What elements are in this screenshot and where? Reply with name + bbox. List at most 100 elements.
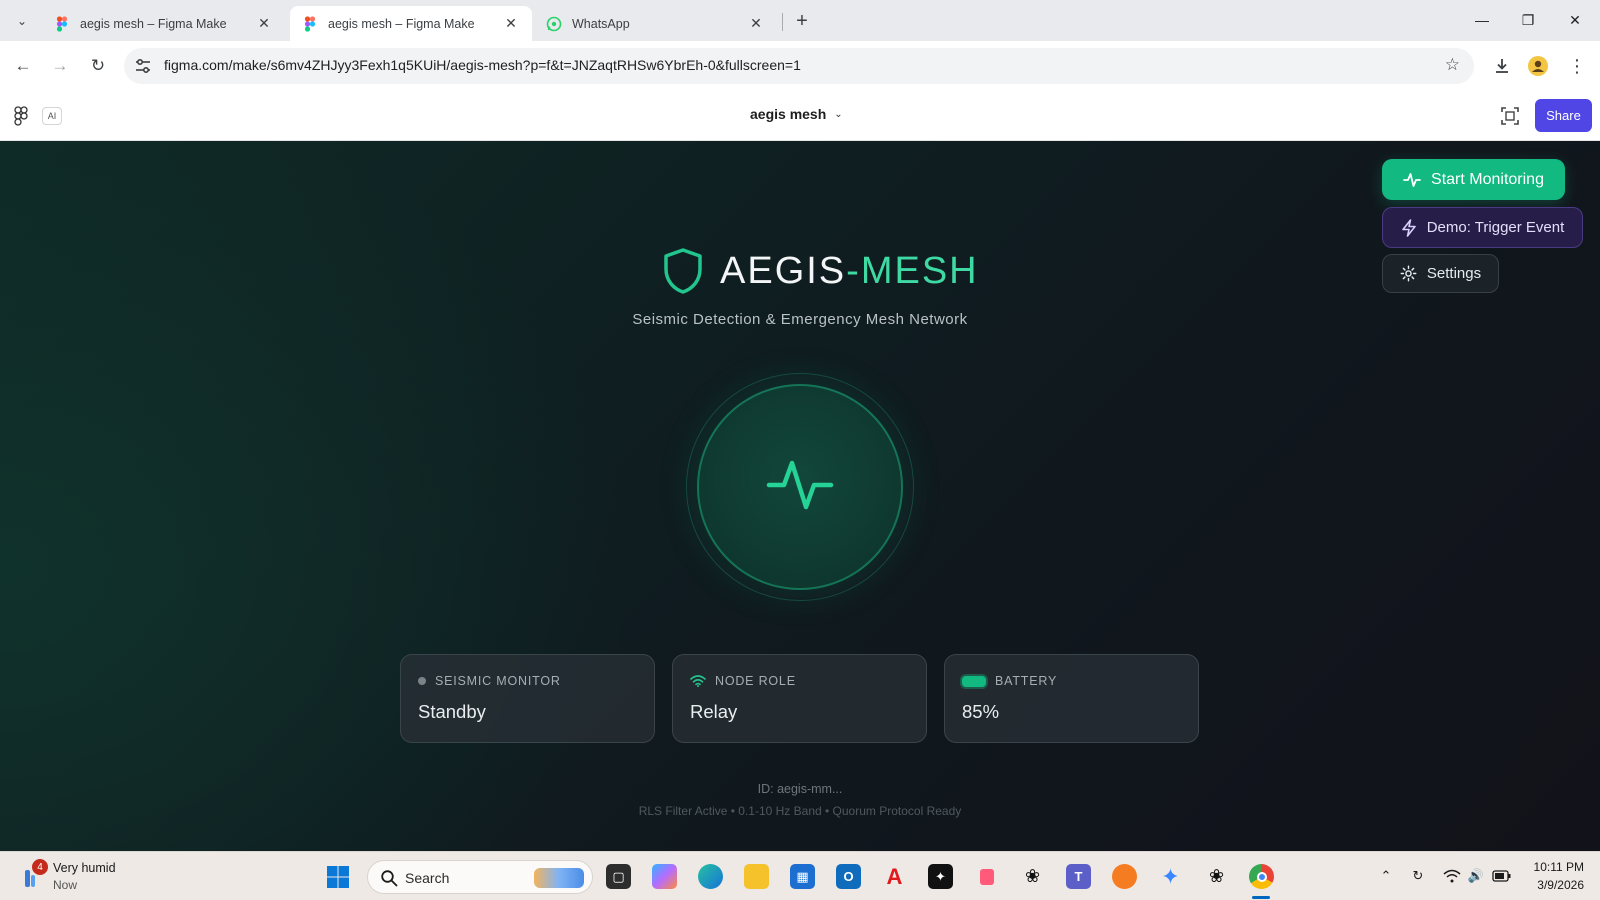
ai-toggle[interactable]: AI [42,107,62,125]
figma-favicon-icon [304,15,316,32]
browser-toolbar: ← → ↻ figma.com/make/s6mv4ZHJyy3Fexh1q5K… [0,41,1600,91]
file-title-menu[interactable]: aegis mesh ⌄ [750,106,843,122]
app-title-accent: MESH [860,249,979,292]
inspect-icon[interactable] [1498,104,1522,128]
seismic-monitor-card: SEISMIC MONITOR Standby [400,654,655,743]
adobe-acrobat-icon[interactable]: A [882,864,907,889]
app-title: AEGIS-MESH [720,250,979,293]
sync-icon[interactable]: ↻ [1408,866,1428,886]
activity-icon [1403,172,1421,187]
wifi-tray-icon[interactable] [1442,866,1462,886]
close-tab-icon[interactable]: ✕ [747,15,765,33]
back-button[interactable]: ← [9,52,37,80]
close-window-button[interactable]: ✕ [1552,0,1598,40]
url-text[interactable]: figma.com/make/s6mv4ZHJyy3Fexh1q5KUiH/ae… [164,57,801,73]
wifi-icon [690,675,706,687]
file-explorer-icon[interactable] [744,864,769,889]
forward-button[interactable]: → [46,52,74,80]
app-icon-pink[interactable] [974,864,999,889]
weather-title: Very humid [53,861,116,875]
card-header: NODE ROLE [690,674,796,688]
start-monitoring-label: Start Monitoring [1431,170,1544,188]
app-title-separator: - [846,249,861,292]
chrome-icon[interactable] [1249,864,1274,889]
search-highlight-icon [534,868,584,888]
battery-card: BATTERY 85% [944,654,1199,743]
profile-avatar[interactable] [1526,54,1550,78]
browser-tab-2[interactable]: aegis mesh – Figma Make ✕ [290,6,532,41]
tab-title: aegis mesh – Figma Make [80,16,227,31]
whatsapp-favicon-icon [546,16,562,31]
search-icon [381,870,398,887]
tab-title: WhatsApp [572,16,630,31]
browser-tab-3[interactable]: WhatsApp ✕ [534,6,777,41]
perplexity-icon[interactable]: ✦ [928,864,953,889]
taskbar-search-label: Search [405,870,450,886]
gemini-icon[interactable]: ✦ [1158,864,1183,889]
settings-label: Settings [1426,265,1482,282]
system-clock[interactable]: 10:11 PM 3/9/2026 [1520,858,1584,894]
figma-header: AI aegis mesh ⌄ Share [0,91,1600,141]
card-header: BATTERY [962,674,1057,688]
copilot-icon[interactable] [652,864,677,889]
figma-favicon-icon [56,15,68,32]
outlook-icon[interactable]: O [836,864,861,889]
heartbeat-activity-icon [766,460,834,510]
windows-start-icon[interactable] [326,865,350,889]
edge-browser-icon[interactable] [698,864,723,889]
card-value: Standby [418,701,486,722]
microsoft-store-icon[interactable]: ▦ [790,864,815,889]
close-tab-icon[interactable]: ✕ [255,15,273,33]
card-label: NODE ROLE [715,674,796,688]
node-role-card: NODE ROLE Relay [672,654,927,743]
card-header: SEISMIC MONITOR [418,674,561,688]
reload-button[interactable]: ↻ [84,52,112,80]
weather-widget[interactable]: 4 Very humid Now [18,859,148,895]
card-value: 85% [962,701,1000,722]
volume-icon[interactable]: 🔊 [1466,866,1486,886]
lightning-icon [1401,218,1416,237]
settings-button[interactable]: Settings [1382,254,1499,293]
tab-search-button[interactable]: ⌄ [8,8,36,34]
app-subtitle: Seismic Detection & Emergency Mesh Netwo… [632,311,968,328]
protocol-status-note: RLS Filter Active • 0.1-10 Hz Band • Quo… [638,804,962,818]
minimize-button[interactable]: — [1459,0,1505,40]
card-value: Relay [690,701,738,722]
chatgpt-icon[interactable]: ❀ [1204,864,1229,889]
clock-time: 10:11 PM [1533,860,1584,874]
teams-icon[interactable]: T [1066,864,1091,889]
card-label: BATTERY [995,674,1058,688]
restore-button[interactable]: ❐ [1505,0,1551,40]
chevron-down-icon: ⌄ [834,108,843,120]
shield-icon [664,248,702,294]
demo-trigger-label: Demo: Trigger Event [1426,219,1565,236]
battery-tray-icon[interactable] [1492,866,1512,886]
app-icon-orange[interactable] [1112,864,1137,889]
site-settings-icon[interactable] [134,57,152,75]
new-tab-button[interactable]: + [790,9,814,33]
notification-badge: 4 [32,859,48,875]
address-bar[interactable]: figma.com/make/s6mv4ZHJyy3Fexh1q5KUiH/ae… [124,48,1474,84]
browser-tab-strip: ⌄ aegis mesh – Figma Make ✕ aegis mesh –… [0,0,1600,41]
taskbar-search-box[interactable]: Search [367,860,593,894]
app-brand: AEGIS-MESH [662,246,979,296]
start-monitoring-button[interactable]: Start Monitoring [1382,159,1565,200]
close-tab-icon[interactable]: ✕ [502,15,520,33]
openai-app-icon[interactable]: ❀ [1020,864,1045,889]
aegis-app-canvas: Start Monitoring Demo: Trigger Event Set… [0,141,1600,851]
share-button[interactable]: Share [1535,99,1592,132]
figma-logo-icon[interactable] [14,106,28,126]
browser-tab-1[interactable]: aegis mesh – Figma Make ✕ [42,6,285,41]
card-label: SEISMIC MONITOR [435,674,561,688]
browser-menu-icon[interactable]: ⋮ [1565,54,1589,78]
task-view-icon[interactable]: ▢ [606,864,631,889]
bookmark-star-icon[interactable]: ☆ [1445,55,1460,75]
file-title: aegis mesh [750,106,827,122]
tab-separator [782,13,783,31]
demo-trigger-event-button[interactable]: Demo: Trigger Event [1382,207,1583,248]
tab-title: aegis mesh – Figma Make [328,16,475,31]
weather-subtitle: Now [53,878,78,892]
downloads-icon[interactable] [1490,54,1514,78]
windows-taskbar: 4 Very humid Now Search ▢ ▦ O A ✦ ❀ T ✦ … [0,851,1600,900]
show-hidden-icons-chevron-icon[interactable]: ⌃ [1376,866,1396,886]
